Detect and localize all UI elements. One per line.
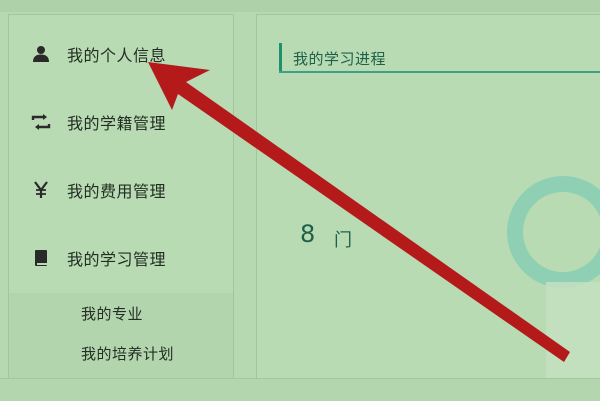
sidebar-item-personal-info[interactable]: 我的个人信息 bbox=[9, 37, 233, 71]
sidebar-item-fees[interactable]: 我的费用管理 bbox=[9, 173, 233, 207]
top-band bbox=[0, 0, 600, 12]
progress-value: 8 bbox=[300, 220, 316, 248]
submenu-item-training-plan[interactable]: 我的培养计划 bbox=[81, 343, 174, 364]
sidebar: 我的个人信息 我的学籍管理 我的费用管理 我的学习管理 我的专业 我的培养计划 bbox=[8, 14, 234, 379]
yen-icon bbox=[31, 180, 51, 200]
bottom-band bbox=[0, 378, 600, 401]
submenu-item-major[interactable]: 我的专业 bbox=[81, 303, 143, 324]
section-header: 我的学习进程 bbox=[279, 43, 600, 73]
progress-unit: 门 bbox=[334, 230, 352, 251]
progress-ring bbox=[507, 176, 600, 288]
transfer-icon bbox=[31, 112, 51, 132]
user-icon bbox=[31, 44, 51, 64]
sidebar-item-label: 我的费用管理 bbox=[67, 182, 167, 201]
sidebar-item-study[interactable]: 我的学习管理 bbox=[9, 241, 233, 275]
book-icon bbox=[31, 248, 51, 268]
sidebar-item-label: 我的学习管理 bbox=[67, 250, 167, 269]
sidebar-item-enrollment[interactable]: 我的学籍管理 bbox=[9, 105, 233, 139]
study-submenu: 我的专业 我的培养计划 bbox=[9, 293, 233, 379]
section-title: 我的学习进程 bbox=[293, 50, 387, 68]
section-accent-bar bbox=[279, 43, 282, 71]
sidebar-item-label: 我的学籍管理 bbox=[67, 114, 167, 133]
overlay-panel bbox=[546, 282, 600, 378]
sidebar-item-label: 我的个人信息 bbox=[67, 46, 167, 65]
